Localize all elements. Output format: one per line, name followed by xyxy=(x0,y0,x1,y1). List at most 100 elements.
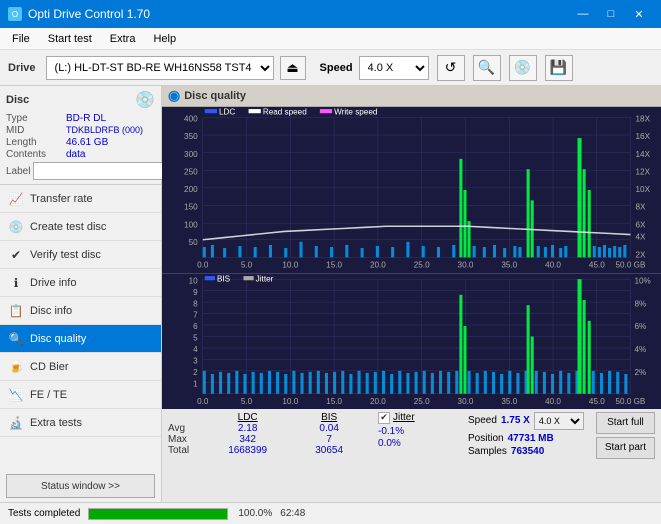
chart-header-icon: ◉ xyxy=(168,87,180,104)
svg-text:25.0: 25.0 xyxy=(414,260,430,269)
jitter-checkbox[interactable]: ✔ xyxy=(378,412,390,424)
disc-info-icon: 📋 xyxy=(8,303,24,319)
nav-disc-info[interactable]: 📋 Disc info xyxy=(0,297,161,325)
svg-text:10.0: 10.0 xyxy=(282,260,298,269)
stats-total-ldc: 1668399 xyxy=(203,445,292,456)
svg-text:200: 200 xyxy=(184,185,198,194)
jitter-max: 0.0% xyxy=(378,438,456,449)
bottom-chart-svg: 10 9 8 7 6 5 4 3 2 1 10% 8% 6% 4% 2% xyxy=(162,274,661,409)
disc-mid-row: MID TDKBLDRFB (000) xyxy=(6,125,155,136)
disc-icon: 💿 xyxy=(135,90,155,110)
menu-help[interactable]: Help xyxy=(145,31,184,47)
drive-bar: Drive (L:) HL-DT-ST BD-RE WH16NS58 TST4 … xyxy=(0,50,661,86)
speed-row: Speed 1.75 X 4.0 X xyxy=(468,412,584,430)
stats-bar: LDC BIS Avg 2.18 0.04 Max xyxy=(162,409,661,502)
svg-text:10X: 10X xyxy=(636,185,651,194)
nav-transfer-rate[interactable]: 📈 Transfer rate xyxy=(0,185,161,213)
samples-value: 763540 xyxy=(511,446,544,457)
svg-text:2: 2 xyxy=(193,367,198,376)
app-title: Opti Drive Control 1.70 xyxy=(28,7,150,21)
svg-text:8X: 8X xyxy=(636,202,646,211)
svg-text:50.0 GB: 50.0 GB xyxy=(616,260,646,269)
svg-text:7: 7 xyxy=(193,310,198,319)
progress-container xyxy=(88,508,228,520)
jitter-avg: -0.1% xyxy=(378,426,456,437)
status-text: Tests completed xyxy=(8,508,80,519)
svg-text:4: 4 xyxy=(193,345,198,354)
svg-text:300: 300 xyxy=(184,149,198,158)
create-test-disc-icon: 💿 xyxy=(8,219,24,235)
svg-text:10%: 10% xyxy=(635,276,652,285)
app-icon: O xyxy=(8,7,22,21)
scan-button[interactable]: 🔍 xyxy=(473,55,501,81)
svg-text:6: 6 xyxy=(193,322,198,331)
nav-drive-info[interactable]: ℹ Drive info xyxy=(0,269,161,297)
stats-table-section: LDC BIS Avg 2.18 0.04 Max xyxy=(162,409,372,502)
stats-total-label: Total xyxy=(168,445,203,456)
stats-max-label: Max xyxy=(168,434,203,445)
status-time: 62:48 xyxy=(280,508,305,519)
svg-text:35.0: 35.0 xyxy=(501,260,517,269)
speed-dropdown[interactable]: 4.0 X xyxy=(534,412,584,430)
speed-position-section: Speed 1.75 X 4.0 X Position 47731 MB Sam… xyxy=(462,409,590,502)
burn-button[interactable]: 💿 xyxy=(509,55,537,81)
main-content: Disc 💿 Type BD-R DL MID TDKBLDRFB (000) … xyxy=(0,86,661,502)
left-panel: Disc 💿 Type BD-R DL MID TDKBLDRFB (000) … xyxy=(0,86,162,502)
speed-value: 1.75 X xyxy=(501,415,530,426)
transfer-rate-icon: 📈 xyxy=(8,191,24,207)
svg-text:20.0: 20.0 xyxy=(370,260,386,269)
menu-extra[interactable]: Extra xyxy=(102,31,144,47)
svg-text:0.0: 0.0 xyxy=(197,260,209,269)
svg-text:50.0 GB: 50.0 GB xyxy=(616,397,646,406)
disc-section: Disc 💿 Type BD-R DL MID TDKBLDRFB (000) … xyxy=(0,86,161,185)
nav-create-test-disc[interactable]: 💿 Create test disc xyxy=(0,213,161,241)
svg-text:8: 8 xyxy=(193,299,198,308)
chart-header: ◉ Disc quality xyxy=(162,86,661,107)
nav-cd-bier[interactable]: 🍺 CD Bier xyxy=(0,353,161,381)
svg-text:Write speed: Write speed xyxy=(334,107,378,116)
refresh-button[interactable]: ↺ xyxy=(437,55,465,81)
svg-text:30.0: 30.0 xyxy=(458,397,474,406)
start-part-button[interactable]: Start part xyxy=(596,437,655,459)
nav-disc-quality[interactable]: 🔍 Disc quality xyxy=(0,325,161,353)
eject-button[interactable]: ⏏ xyxy=(280,56,306,80)
svg-text:100: 100 xyxy=(184,220,198,229)
menu-file[interactable]: File xyxy=(4,31,38,47)
stats-total-bis: 30654 xyxy=(292,445,366,456)
jitter-label: Jitter xyxy=(393,412,415,423)
disc-label-label: Label xyxy=(6,166,30,177)
status-window-button[interactable]: Status window >> xyxy=(6,474,155,498)
maximize-button[interactable]: □ xyxy=(597,0,625,28)
start-full-button[interactable]: Start full xyxy=(596,412,655,434)
svg-text:6%: 6% xyxy=(635,322,647,331)
svg-text:250: 250 xyxy=(184,167,198,176)
save-button[interactable]: 💾 xyxy=(545,55,573,81)
nav-verify-test-disc-label: Verify test disc xyxy=(30,249,101,261)
stats-max-row: Max 342 7 xyxy=(168,434,366,445)
svg-text:3: 3 xyxy=(193,356,198,365)
stats-avg-bis: 0.04 xyxy=(292,423,366,434)
disc-type-label: Type xyxy=(6,113,66,124)
drive-select[interactable]: (L:) HL-DT-ST BD-RE WH16NS58 TST4 xyxy=(46,56,274,80)
speed-label-stat: Speed xyxy=(468,415,497,426)
nav-extra-tests[interactable]: 🔬 Extra tests xyxy=(0,409,161,437)
svg-text:35.0: 35.0 xyxy=(501,397,517,406)
menu-start-test[interactable]: Start test xyxy=(40,31,100,47)
close-button[interactable]: ✕ xyxy=(625,0,653,28)
stats-max-ldc: 342 xyxy=(203,434,292,445)
svg-text:400: 400 xyxy=(184,114,198,123)
svg-text:12X: 12X xyxy=(636,167,651,176)
nav-create-test-disc-label: Create test disc xyxy=(30,221,106,233)
stats-avg-ldc: 2.18 xyxy=(203,423,292,434)
stats-header-ldc: LDC xyxy=(203,412,292,423)
svg-text:LDC: LDC xyxy=(219,107,235,116)
window-controls: — □ ✕ xyxy=(569,0,653,28)
nav-verify-test-disc[interactable]: ✔ Verify test disc xyxy=(0,241,161,269)
svg-text:20.0: 20.0 xyxy=(370,397,386,406)
speed-select[interactable]: 4.0 X xyxy=(359,56,429,80)
disc-type-row: Type BD-R DL xyxy=(6,113,155,124)
disc-label-input[interactable] xyxy=(33,162,171,180)
minimize-button[interactable]: — xyxy=(569,0,597,28)
disc-contents-row: Contents data xyxy=(6,149,155,160)
nav-fe-te[interactable]: 📉 FE / TE xyxy=(0,381,161,409)
